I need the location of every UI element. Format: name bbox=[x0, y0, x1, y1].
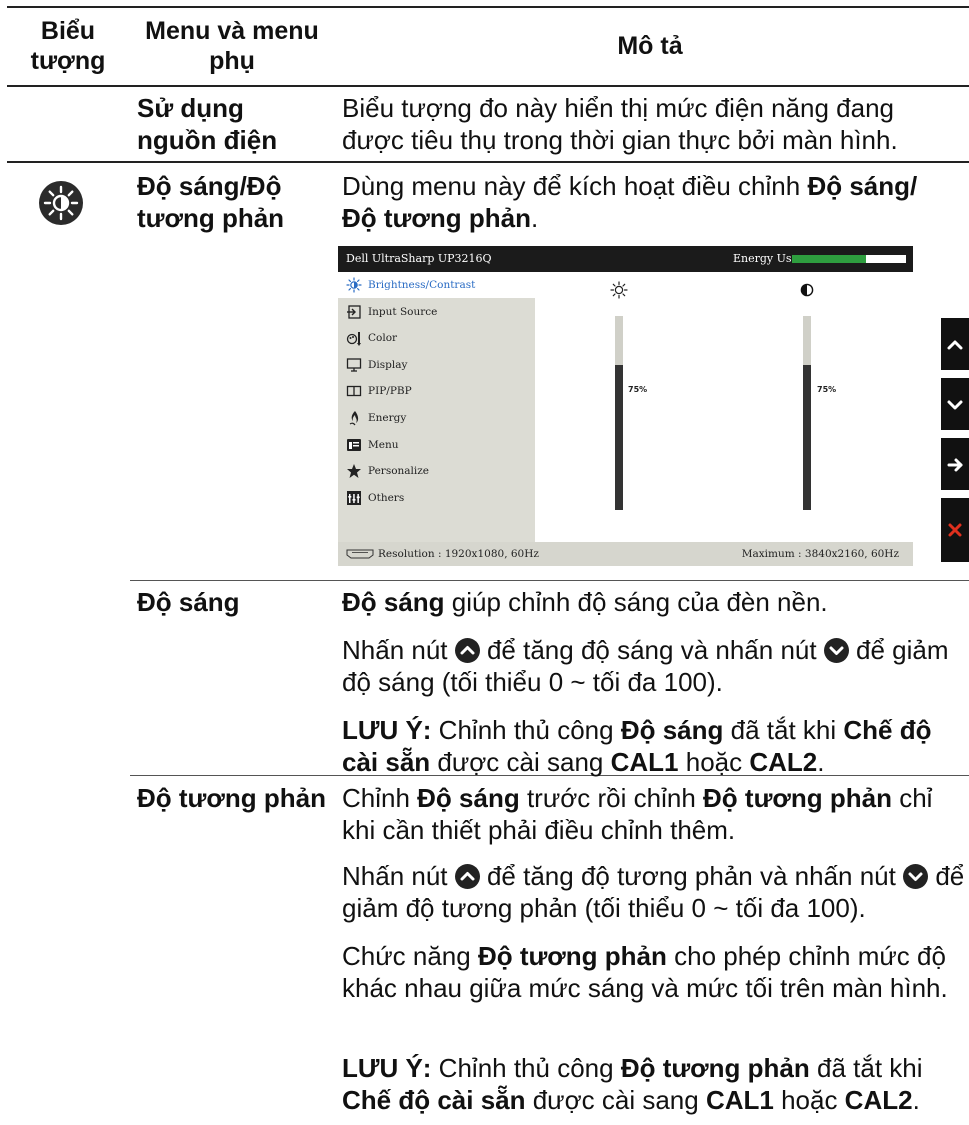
menu-icon bbox=[346, 437, 362, 453]
brightness-value: 75% bbox=[628, 385, 648, 394]
osd-main-panel: 75% 75% bbox=[535, 272, 913, 542]
osd-screenshot: Dell UltraSharp UP3216Q Energy Use Brigh… bbox=[338, 246, 913, 566]
brightness-slider-fill bbox=[615, 364, 623, 510]
star-icon bbox=[346, 463, 362, 479]
osd-menu-item-display[interactable]: Display bbox=[338, 352, 535, 378]
up-button-icon bbox=[454, 864, 480, 889]
others-icon bbox=[346, 490, 362, 506]
down-button-icon bbox=[823, 638, 849, 663]
osd-menu-item-label: Brightness/Contrast bbox=[368, 279, 476, 291]
osd-menu-item-energy[interactable]: Energy bbox=[338, 405, 535, 431]
energy-use-fill bbox=[792, 255, 867, 263]
contrast-slider-fill bbox=[803, 364, 811, 510]
input-source-icon bbox=[346, 304, 362, 320]
osd-menu-list: Brightness/Contrast Input Source Color Disp… bbox=[338, 272, 535, 542]
osd-menu-item-label: Input Source bbox=[368, 305, 438, 318]
display-icon bbox=[346, 357, 362, 373]
brightness-slider[interactable] bbox=[615, 316, 623, 510]
header-description-column: Mô tả bbox=[617, 32, 683, 60]
osd-menu-item-personalize[interactable]: Personalize bbox=[338, 458, 535, 484]
pip-pbp-icon bbox=[346, 383, 362, 399]
contrast-instructions: Nhấn nút để tăng độ tương phản và nhấn n… bbox=[342, 861, 965, 923]
brightness-icon bbox=[39, 181, 83, 225]
brightness-note: LƯU Ý: Chỉnh thủ công Độ sáng đã tắt khi… bbox=[342, 715, 932, 777]
osd-menu-item-label: Personalize bbox=[368, 465, 430, 478]
osd-menu-item-pip-pbp[interactable]: PIP/PBP bbox=[338, 378, 535, 404]
header-menu-column: Menu và menu phụ bbox=[145, 17, 319, 75]
color-icon bbox=[346, 330, 362, 347]
up-arrow-icon bbox=[947, 340, 963, 350]
energy-use-label: Energy Use bbox=[733, 252, 799, 265]
osd-menu-item-label: Menu bbox=[368, 438, 399, 451]
brightness-icon bbox=[346, 277, 362, 293]
osd-down-button[interactable] bbox=[941, 378, 969, 430]
osd-menu-item-label: PIP/PBP bbox=[368, 385, 412, 398]
osd-title-bar: Dell UltraSharp UP3216Q Energy Use bbox=[338, 246, 913, 272]
energy-icon bbox=[346, 410, 362, 426]
row-desc-brightness-contrast: Dùng menu này để kích hoạt điều chỉnh Độ… bbox=[342, 171, 918, 233]
contrast-value: 75% bbox=[817, 385, 837, 394]
osd-menu-item-label: Energy bbox=[368, 412, 407, 424]
up-button-icon bbox=[454, 638, 480, 663]
resolution-text: Resolution : 1920x1080, 60Hz bbox=[378, 548, 539, 560]
osd-status-bar: Resolution : 1920x1080, 60Hz Maximum : 3… bbox=[338, 542, 913, 566]
maximum-resolution-text: Maximum : 3840x2160, 60Hz bbox=[741, 548, 899, 560]
osd-contrast-icon bbox=[800, 283, 814, 297]
osd-up-button[interactable] bbox=[941, 318, 969, 370]
close-icon bbox=[948, 523, 962, 537]
contrast-desc: Chỉnh Độ sáng trước rồi chỉnh Độ tương p… bbox=[342, 783, 933, 845]
osd-title: Dell UltraSharp UP3216Q bbox=[346, 252, 492, 265]
contrast-note: LƯU Ý: Chỉnh thủ công Độ tương phản đã t… bbox=[342, 1053, 923, 1115]
row-name-power-usage: Sử dụng nguồn điện bbox=[137, 93, 278, 155]
row-rule-2 bbox=[130, 580, 969, 581]
down-arrow-icon bbox=[947, 400, 963, 410]
row-rule-1 bbox=[7, 161, 969, 163]
osd-menu-item-menu[interactable]: Menu bbox=[338, 432, 535, 458]
osd-menu-item-color[interactable]: Color bbox=[338, 325, 535, 351]
brightness-instructions: Nhấn nút để tăng độ sáng và nhấn nút để … bbox=[342, 635, 949, 697]
header-icon-column: Biểu tượng bbox=[30, 17, 106, 75]
header-bottom-rule bbox=[7, 85, 969, 87]
table-top-rule bbox=[7, 6, 969, 8]
osd-menu-item-others[interactable]: Others bbox=[338, 485, 535, 511]
hdmi-port-icon bbox=[346, 549, 374, 562]
osd-menu-item-label: Color bbox=[368, 332, 398, 345]
right-arrow-icon bbox=[947, 458, 963, 472]
osd-brightness-icon bbox=[610, 281, 628, 299]
row-name-brightness: Độ sáng bbox=[137, 587, 240, 617]
contrast-slider[interactable] bbox=[803, 316, 811, 510]
brightness-desc: Độ sáng giúp chỉnh độ sáng của đèn nền. bbox=[342, 587, 828, 617]
osd-close-button[interactable] bbox=[941, 498, 969, 562]
down-button-icon bbox=[903, 864, 929, 889]
osd-menu-item-input-source[interactable]: Input Source bbox=[338, 299, 535, 325]
osd-menu-item-brightness-contrast[interactable]: Brightness/Contrast bbox=[338, 272, 535, 298]
osd-right-button[interactable] bbox=[941, 438, 969, 490]
osd-menu-item-label: Display bbox=[368, 358, 408, 371]
osd-menu-item-label: Others bbox=[368, 491, 405, 504]
row-desc-power-usage: Biểu tượng đo này hiển thị mức điện năng… bbox=[342, 93, 898, 155]
row-name-brightness-contrast: Độ sáng/Độ tương phản bbox=[137, 171, 285, 233]
row-name-contrast: Độ tương phản bbox=[137, 783, 326, 813]
contrast-function-desc: Chức năng Độ tương phản cho phép chỉnh m… bbox=[342, 941, 948, 1003]
energy-use-meter bbox=[792, 255, 906, 263]
